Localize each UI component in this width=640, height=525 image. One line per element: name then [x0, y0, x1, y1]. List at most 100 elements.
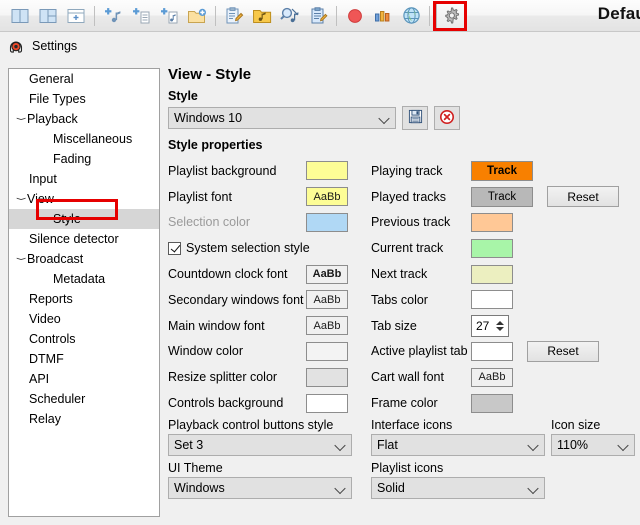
icon-size-label: Icon size — [551, 418, 601, 432]
tree-item-fading[interactable]: Fading — [9, 149, 159, 169]
main-toolbar: Defau — [0, 0, 640, 32]
new-folder-icon[interactable] — [183, 2, 211, 30]
tree-item-input[interactable]: Input — [9, 169, 159, 189]
add-file-icon[interactable] — [127, 2, 155, 30]
property-row: Main window font AaBb — [168, 313, 360, 339]
chevron-down-icon — [336, 441, 345, 450]
chevron-down-icon[interactable]: ⟩ — [10, 192, 30, 206]
playlist-icons-select[interactable]: Solid — [371, 477, 545, 499]
tree-item-playback[interactable]: ⟩Playback — [9, 109, 159, 129]
tree-item-broadcast[interactable]: ⟩Broadcast — [9, 249, 159, 269]
property-label: Played tracks — [371, 189, 447, 204]
property-row: Tab size 27 — [371, 313, 640, 339]
property-row: Secondary windows font AaBb — [168, 287, 360, 313]
delete-style-button[interactable] — [434, 106, 460, 130]
color-swatch[interactable] — [306, 393, 348, 413]
chevron-down-icon[interactable]: ⟩ — [10, 252, 30, 266]
property-label: Active playlist tab — [371, 344, 468, 359]
font-swatch[interactable]: AaBb — [306, 290, 348, 310]
tree-item-label: DTMF — [29, 352, 64, 366]
color-swatch[interactable] — [306, 161, 348, 181]
split-view-vertical-icon[interactable] — [6, 2, 34, 30]
property-row: Playlist background — [168, 158, 360, 184]
active-playlist-tab-field[interactable] — [471, 341, 513, 361]
style-properties-label: Style properties — [168, 138, 263, 152]
track-color-button[interactable]: Track — [471, 186, 533, 207]
font-swatch[interactable]: AaBb — [471, 367, 513, 387]
color-swatch[interactable] — [471, 212, 513, 232]
font-swatch[interactable]: AaBb — [306, 264, 348, 284]
reset-button[interactable]: Reset — [547, 186, 619, 208]
tree-item-style[interactable]: Style — [9, 209, 159, 229]
color-swatch[interactable] — [471, 290, 513, 310]
tree-item-label: Metadata — [53, 272, 106, 286]
color-swatch[interactable] — [306, 212, 348, 232]
color-swatch[interactable] — [471, 393, 513, 413]
settings-tree[interactable]: General File Types ⟩Playback Miscellaneous F… — [8, 68, 160, 517]
tree-item-video[interactable]: Video — [9, 309, 159, 329]
playlist-icons-value: Solid — [377, 481, 405, 495]
color-swatch[interactable] — [306, 341, 348, 361]
color-swatch[interactable] — [471, 264, 513, 284]
tree-item-label: Controls — [29, 332, 76, 346]
tree-item-label: Style — [53, 212, 81, 226]
tree-item-metadata[interactable]: Metadata — [9, 269, 159, 289]
tree-item-controls[interactable]: Controls — [9, 329, 159, 349]
font-swatch[interactable]: AaBb — [306, 187, 348, 207]
tree-item-scheduler[interactable]: Scheduler — [9, 389, 159, 409]
tree-item-label: View — [27, 192, 54, 206]
tree-item-general[interactable]: General — [9, 69, 159, 89]
split-view-mixed-icon[interactable] — [34, 2, 62, 30]
ui-theme-select[interactable]: Windows — [168, 477, 352, 499]
property-label: Next track — [371, 267, 428, 282]
tree-item-api[interactable]: API — [9, 369, 159, 389]
stats-icon[interactable] — [369, 2, 397, 30]
edit-playlist-icon[interactable] — [220, 2, 248, 30]
globe-icon[interactable] — [397, 2, 425, 30]
property-label: Countdown clock font — [168, 267, 288, 282]
ui-theme-value: Windows — [174, 481, 225, 495]
gear-icon[interactable] — [436, 1, 466, 30]
style-select-value: Windows 10 — [174, 111, 243, 125]
property-label: Tab size — [371, 318, 417, 333]
system-selection-style-checkbox[interactable]: System selection style — [168, 241, 310, 255]
property-label: Main window font — [168, 318, 265, 333]
tree-item-silence-detector[interactable]: Silence detector — [9, 229, 159, 249]
tree-item-label: File Types — [29, 92, 86, 106]
property-label: Cart wall font — [371, 370, 444, 385]
add-music-icon[interactable] — [155, 2, 183, 30]
music-folder-icon[interactable] — [248, 2, 276, 30]
color-swatch[interactable] — [471, 238, 513, 258]
search-music-icon[interactable] — [276, 2, 304, 30]
tree-item-reports[interactable]: Reports — [9, 289, 159, 309]
property-label: System selection style — [186, 241, 310, 256]
add-track-icon[interactable] — [99, 2, 127, 30]
tree-item-label: Input — [29, 172, 57, 186]
property-row: Previous track — [371, 210, 640, 236]
record-icon[interactable] — [341, 2, 369, 30]
tree-item-label: Silence detector — [29, 232, 119, 246]
save-style-button[interactable] — [402, 106, 428, 130]
tree-item-dtmf[interactable]: DTMF — [9, 349, 159, 369]
tree-item-relay[interactable]: Relay — [9, 409, 159, 429]
tree-item-view[interactable]: ⟩View — [9, 189, 159, 209]
tree-item-miscellaneous[interactable]: Miscellaneous — [9, 129, 159, 149]
settings-header: Settings — [0, 32, 640, 60]
interface-icons-select[interactable]: Flat — [371, 434, 545, 456]
icon-size-select[interactable]: 110% — [551, 434, 635, 456]
color-swatch[interactable] — [306, 367, 348, 387]
playback-buttons-style-select[interactable]: Set 3 — [168, 434, 352, 456]
reset-button[interactable]: Reset — [527, 340, 599, 362]
stepper-arrows-icon[interactable] — [496, 320, 504, 331]
font-swatch[interactable]: AaBb — [306, 316, 348, 336]
style-select[interactable]: Windows 10 — [168, 107, 396, 129]
add-panel-icon[interactable] — [62, 2, 90, 30]
chevron-down-icon — [336, 484, 345, 493]
tree-item-file-types[interactable]: File Types — [9, 89, 159, 109]
clipboard-edit-icon[interactable] — [304, 2, 332, 30]
chevron-down-icon[interactable]: ⟩ — [10, 112, 30, 126]
track-color-button[interactable]: Track — [471, 160, 533, 181]
icon-size-value: 110% — [557, 438, 589, 452]
tab-size-stepper[interactable]: 27 — [471, 314, 509, 337]
toolbar-separator — [215, 5, 216, 26]
